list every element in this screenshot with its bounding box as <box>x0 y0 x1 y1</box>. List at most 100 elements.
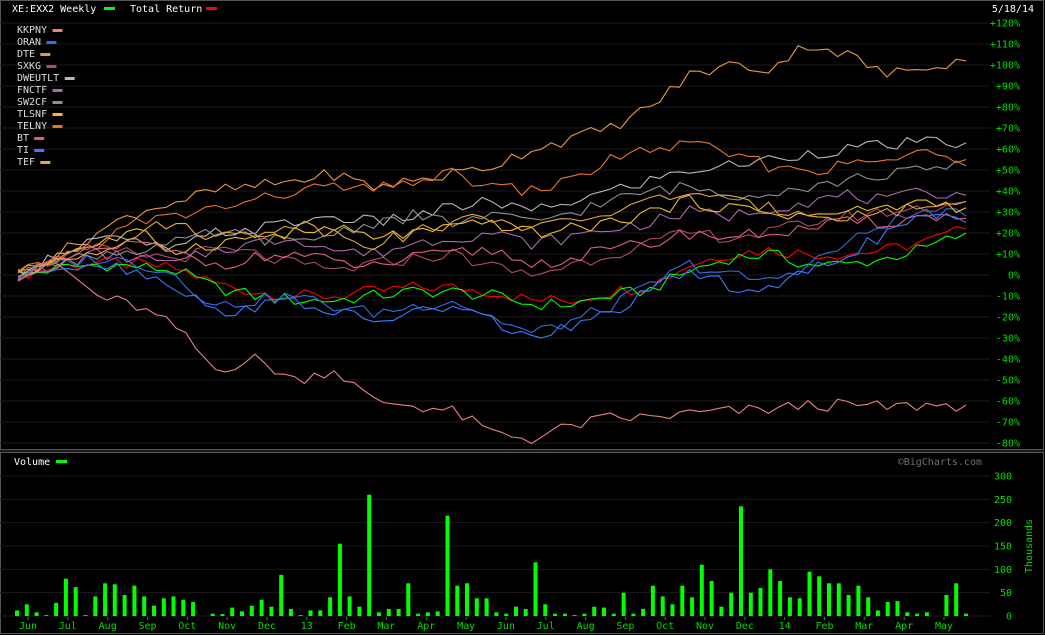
price-y-tick-label: +90% <box>996 82 1020 93</box>
legend-label: DWEUTLT <box>17 73 59 84</box>
volume-bar <box>445 515 450 616</box>
price-y-tick-label: +50% <box>996 166 1020 177</box>
legend-label: FNCTF <box>17 85 47 96</box>
total-return-swatch <box>206 7 217 10</box>
legend-label: ORAN <box>17 37 41 48</box>
volume-bar <box>63 578 68 616</box>
volume-bar <box>621 592 626 616</box>
legend-label: SXKG <box>17 61 41 72</box>
volume-bar <box>611 613 616 616</box>
volume-bar <box>455 585 460 616</box>
volume-bar <box>220 614 225 616</box>
volume-bar <box>328 597 333 616</box>
price-y-tick-label: +20% <box>996 229 1020 240</box>
volume-bar <box>748 592 753 616</box>
volume-bar <box>602 607 606 616</box>
volume-bar <box>699 564 704 616</box>
legend-swatch <box>52 113 63 116</box>
volume-bar <box>210 613 215 616</box>
volume-bar <box>171 596 176 616</box>
volume-bar <box>73 587 78 616</box>
volume-bar <box>93 596 98 616</box>
volume-bar <box>885 602 890 616</box>
volume-bar <box>797 598 802 616</box>
volume-bar <box>377 612 381 616</box>
symbol-swatch <box>104 7 115 10</box>
volume-bar <box>240 611 244 616</box>
x-tick-label: Jul <box>59 621 77 632</box>
x-tick-label: Jun <box>19 621 37 632</box>
legend-swatch <box>34 137 45 140</box>
price-panel-frame <box>0 0 1044 450</box>
series-line-total-return <box>17 226 967 305</box>
x-tick-label: Apr <box>895 621 913 632</box>
legend-label: BT <box>17 133 29 144</box>
series-line-kkpny <box>17 260 967 445</box>
price-y-tick-label: -60% <box>996 397 1020 408</box>
volume-bar <box>572 615 577 616</box>
volume-bar <box>298 615 303 616</box>
x-tick-label: 14 <box>779 621 791 632</box>
volume-bar <box>386 609 391 616</box>
x-tick-label: Oct <box>656 621 674 632</box>
volume-gridlines <box>0 475 990 617</box>
x-tick-label: Aug <box>577 621 595 632</box>
volume-bar <box>709 581 714 616</box>
volume-bar <box>191 602 196 616</box>
volume-bar <box>416 613 421 616</box>
price-y-tick-label: -50% <box>996 376 1020 387</box>
volume-bar <box>142 596 147 616</box>
x-tick-label: Sep <box>138 621 156 632</box>
volume-y-tick-label: 150 <box>994 542 1012 553</box>
price-y-tick-label: +100% <box>990 61 1020 72</box>
volume-bar <box>944 595 949 616</box>
legend-swatch <box>40 53 51 56</box>
volume-axis-title: Thousands <box>1024 519 1035 573</box>
volume-bar <box>249 605 254 616</box>
volume-bar <box>83 615 88 616</box>
volume-bar <box>807 571 812 616</box>
volume-y-tick-label: 50 <box>1000 588 1012 599</box>
x-tick-label: May <box>935 621 953 632</box>
volume-y-axis: 300 250 200 150 100 50 0 <box>994 472 1012 623</box>
volume-bar <box>650 585 655 616</box>
x-tick-label: Oct <box>178 621 196 632</box>
total-return-label: Total Return <box>130 4 202 15</box>
legend-swatch <box>46 41 57 44</box>
volume-bar <box>54 602 59 616</box>
legend-label: TELNY <box>17 121 47 132</box>
legend-swatch <box>52 125 63 128</box>
volume-bar <box>954 583 959 616</box>
volume-bar <box>112 584 117 616</box>
legend-swatch <box>46 65 57 68</box>
symbol-label: XE:EXX2 Weekly <box>12 4 96 15</box>
volume-bar <box>924 612 929 616</box>
price-y-tick-label: -30% <box>996 334 1020 345</box>
volume-label: Volume <box>14 457 50 468</box>
legend-label: TEF <box>17 157 35 168</box>
volume-bar <box>514 606 518 616</box>
volume-bar <box>132 585 137 616</box>
volume-bar <box>895 601 900 616</box>
volume-bar <box>846 595 851 616</box>
x-tick-label: Jul <box>537 621 555 632</box>
volume-bar <box>582 613 587 616</box>
volume-swatch <box>56 460 67 463</box>
volume-bar <box>875 610 880 616</box>
volume-bar <box>122 595 127 616</box>
volume-bar <box>425 612 430 616</box>
volume-bar <box>905 612 910 616</box>
volume-bar <box>690 597 695 616</box>
volume-bar <box>670 604 675 616</box>
volume-bar <box>817 576 822 616</box>
x-tick-label: Dec <box>736 621 754 632</box>
volume-bar <box>562 613 567 616</box>
volume-bar <box>739 506 743 616</box>
legend-label: DTE <box>17 49 35 60</box>
x-tick-label: Feb <box>338 621 356 632</box>
volume-bar <box>181 599 186 616</box>
x-tick-label: Nov <box>218 621 236 632</box>
price-y-tick-label: 0% <box>1008 271 1020 282</box>
volume-bar <box>631 613 636 616</box>
volume-bar <box>680 585 685 616</box>
